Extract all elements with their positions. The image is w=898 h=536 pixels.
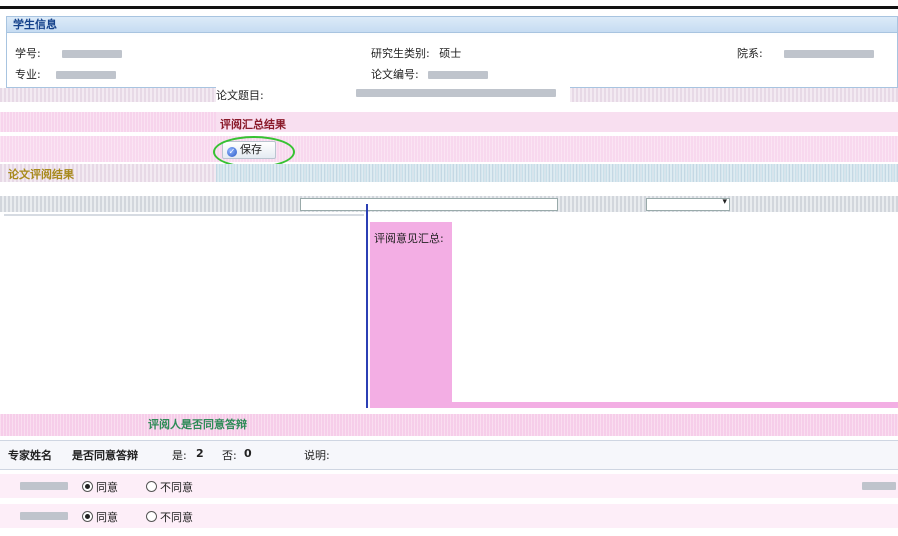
expert-name bbox=[20, 482, 68, 490]
panel-splitter[interactable] bbox=[366, 204, 368, 408]
table-row: 同意 不同意 bbox=[0, 474, 898, 498]
grad-type-row: 研究生类别: 硕士 bbox=[371, 45, 461, 61]
yes-count-label: 是: bbox=[172, 449, 187, 462]
disagree-label: 不同意 bbox=[160, 481, 193, 494]
department-value bbox=[784, 50, 875, 58]
top-divider bbox=[0, 6, 898, 9]
summary-section-title: 评阅汇总结果 bbox=[220, 118, 286, 131]
department-row: 院系: bbox=[737, 45, 875, 61]
thesis-no-label: 论文编号: bbox=[371, 68, 419, 81]
expert-name bbox=[20, 512, 68, 520]
radio-selected-icon[interactable] bbox=[82, 511, 93, 522]
filter-input[interactable] bbox=[300, 198, 558, 211]
radio-selected-icon[interactable] bbox=[82, 481, 93, 492]
toolbar-band bbox=[0, 136, 898, 162]
yes-count-value: 2 bbox=[196, 447, 204, 460]
left-panel-title: 论文评阅结果 bbox=[8, 168, 74, 181]
agree-label: 同意 bbox=[96, 481, 118, 494]
radio-unselected-icon[interactable] bbox=[146, 511, 157, 522]
student-info-panel: 学生信息 学号: 专业: 研究生类别: 硕士 论文编号: 院系: bbox=[6, 16, 898, 88]
radio-unselected-icon[interactable] bbox=[146, 481, 157, 492]
comments-label: 评阅意见汇总: bbox=[374, 232, 444, 245]
expert-name-header: 专家姓名 bbox=[8, 449, 52, 462]
thesis-title-box: 论文题目: bbox=[216, 86, 570, 102]
comments-bottom-border bbox=[370, 402, 898, 408]
major-row: 专业: bbox=[15, 66, 117, 82]
thesis-no-row: 论文编号: bbox=[371, 66, 489, 82]
thesis-no-value bbox=[428, 71, 489, 79]
note-label: 说明: bbox=[304, 449, 330, 462]
major-value bbox=[56, 71, 117, 79]
thesis-title-value bbox=[356, 89, 556, 97]
department-label: 院系: bbox=[737, 47, 763, 60]
thesis-title-label: 论文题目: bbox=[216, 89, 264, 102]
no-count-value: 0 bbox=[244, 447, 252, 460]
chevron-down-icon: ▾ bbox=[722, 197, 727, 207]
defense-section-title: 评阅人是否同意答辩 bbox=[148, 418, 247, 431]
summary-header: 评阅汇总结果 bbox=[216, 112, 898, 132]
disagree-radio-option[interactable]: 不同意 bbox=[146, 509, 193, 525]
agree-header: 是否同意答辩 bbox=[72, 449, 138, 462]
grad-type-value: 硕士 bbox=[439, 47, 462, 60]
grad-type-label: 研究生类别: bbox=[371, 47, 430, 60]
student-no-row: 学号: bbox=[15, 45, 123, 61]
result-select[interactable]: ▾ bbox=[646, 197, 730, 211]
note-value bbox=[862, 482, 896, 490]
results-list-panel bbox=[4, 214, 364, 410]
defense-header-row: 专家姓名 是否同意答辩 是: 2 否: 0 说明: bbox=[0, 440, 898, 470]
major-label: 专业: bbox=[15, 68, 41, 81]
student-no-label: 学号: bbox=[15, 47, 41, 60]
defense-band bbox=[0, 414, 898, 436]
agree-radio-option[interactable]: 同意 bbox=[82, 479, 118, 495]
table-row: 同意 不同意 bbox=[0, 504, 898, 528]
agree-radio-option[interactable]: 同意 bbox=[82, 509, 118, 525]
agree-label: 同意 bbox=[96, 511, 118, 524]
comments-textarea[interactable] bbox=[452, 222, 896, 402]
student-info-title: 学生信息 bbox=[7, 17, 897, 33]
disagree-radio-option[interactable]: 不同意 bbox=[146, 479, 193, 495]
no-count-label: 否: bbox=[222, 449, 237, 462]
comments-label-cell: 评阅意见汇总: bbox=[370, 222, 452, 402]
student-no-value bbox=[62, 50, 123, 58]
disagree-label: 不同意 bbox=[160, 511, 193, 524]
results-band-right bbox=[216, 164, 898, 182]
